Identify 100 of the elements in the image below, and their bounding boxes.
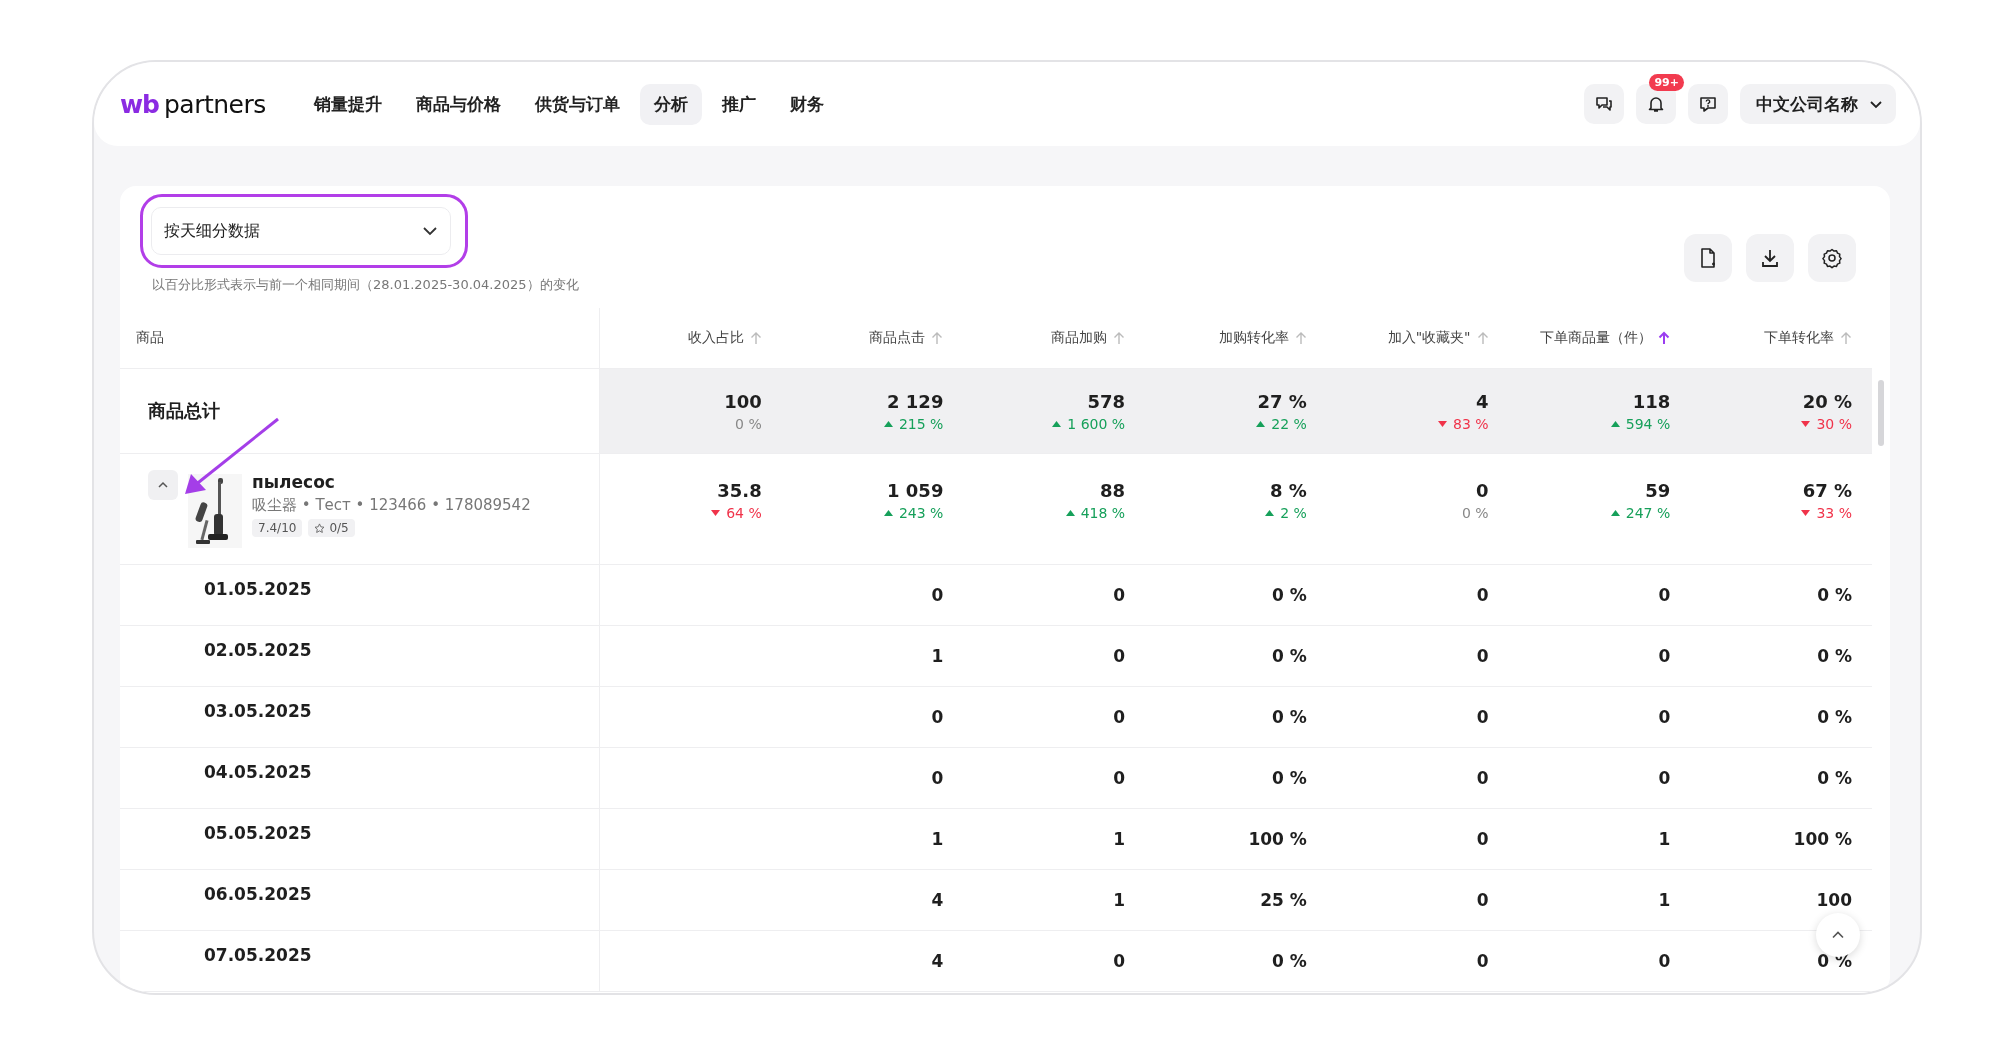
scrollbar[interactable] — [1878, 380, 1884, 446]
date-cell: 04.05.2025 — [204, 762, 312, 782]
metric-value: 2 129 — [887, 390, 944, 412]
table-cell: 1 — [931, 646, 944, 666]
table-cell: 0 — [1658, 646, 1671, 666]
table-cell: 1 — [931, 829, 944, 849]
up-triangle-icon — [1256, 420, 1266, 427]
metric-value: 8 % — [1270, 480, 1307, 501]
change-value: 1 600 % — [1052, 415, 1126, 432]
column-header[interactable]: 下单商品量（件） — [1540, 329, 1653, 347]
column-header[interactable]: 下单转化率 — [1764, 329, 1834, 347]
total-label: 商品总计 — [148, 399, 220, 423]
change-value: 30 % — [1801, 415, 1852, 432]
column-header[interactable]: 加购转化率 — [1218, 329, 1289, 347]
nav-tab[interactable]: 供货与订单 — [520, 83, 634, 125]
product-meta: 吸尘器 • Тест • 123466 • 178089542 — [252, 496, 531, 515]
table-cell: 4 — [931, 890, 944, 910]
table-cell: 0 — [1113, 646, 1126, 666]
up-triangle-icon — [1610, 510, 1620, 516]
table-cell: 0 % — [1272, 951, 1307, 971]
metric-value: 67 % — [1802, 480, 1852, 501]
metric-value: 578 — [1087, 390, 1126, 412]
change-value: 215 % — [883, 415, 944, 432]
table-cell: 0 % — [1817, 585, 1852, 605]
metric-value: 35.8 — [717, 480, 762, 501]
bell-icon — [1646, 94, 1666, 114]
company-selector[interactable]: 中文公司名称 — [1740, 84, 1896, 124]
column-header[interactable]: 商品 — [136, 329, 164, 347]
up-triangle-icon — [1065, 510, 1075, 516]
table-cell: 0 — [931, 585, 944, 605]
sort-arrow-icon[interactable] — [1658, 331, 1671, 345]
column-header[interactable]: 加入"收藏夹" — [1387, 329, 1471, 347]
change-value: 247 % — [1610, 505, 1671, 521]
table-cell: 0 — [1658, 951, 1671, 971]
chat-button[interactable] — [1584, 84, 1624, 124]
table-cell: 0 — [1658, 707, 1671, 727]
up-triangle-icon — [1052, 420, 1062, 427]
nav-tab[interactable]: 销量提升 — [299, 83, 396, 125]
table-cell: 0 — [1113, 707, 1126, 727]
table-cell: 0 — [1113, 768, 1126, 788]
table-cell: 0 — [1658, 585, 1671, 605]
up-triangle-icon — [883, 420, 893, 427]
change-value: 594 % — [1610, 415, 1671, 432]
table-cell: 0 — [1476, 585, 1489, 605]
table-cell: 1 — [1658, 829, 1671, 849]
export-file-button[interactable] — [1684, 234, 1732, 282]
table-cell: 100 % — [1248, 829, 1307, 849]
metric-value: 0 — [1476, 480, 1489, 501]
table-cell: 0 — [931, 768, 944, 788]
metric-value: 20 % — [1802, 390, 1852, 412]
table-cell: 1 — [1658, 890, 1671, 910]
settings-icon — [1821, 247, 1843, 269]
metric-value: 100 — [724, 390, 762, 412]
nav-tab[interactable]: 财务 — [775, 83, 838, 125]
table-cell: 0 — [1113, 951, 1126, 971]
logo[interactable]: wb partners — [120, 89, 266, 119]
change-value: 243 % — [883, 505, 944, 521]
metric-value: 27 % — [1257, 390, 1307, 412]
up-triangle-icon — [883, 510, 893, 516]
collapse-toggle[interactable] — [148, 470, 178, 500]
rating-chip: 0/5 — [308, 519, 355, 537]
nav-tab[interactable]: 分析 — [639, 83, 702, 125]
download-icon — [1759, 247, 1781, 269]
table-cell: 4 — [931, 951, 944, 971]
metric-value: 1 059 — [887, 480, 944, 501]
change-value: 2 % — [1265, 505, 1307, 521]
column-header[interactable]: 商品点击 — [869, 329, 926, 347]
down-triangle-icon — [1438, 420, 1447, 427]
download-button[interactable] — [1746, 234, 1794, 282]
down-triangle-icon — [711, 510, 721, 516]
breakdown-dropdown[interactable]: 按天细分数据 — [151, 207, 451, 255]
metric-value: 59 — [1645, 480, 1671, 501]
table-cell: 1 — [1113, 890, 1126, 910]
table-cell: 0 — [1476, 890, 1489, 910]
metric-value: 118 — [1632, 390, 1671, 412]
table-cell: 0 — [1658, 768, 1671, 788]
table-cell: 0 — [1113, 585, 1126, 605]
help-icon — [1698, 94, 1718, 114]
change-value: 64 % — [711, 505, 762, 521]
date-cell: 07.05.2025 — [204, 945, 312, 965]
change-value: 33 % — [1801, 505, 1852, 521]
table-cell: 0 — [1476, 707, 1489, 727]
table-cell: 0 % — [1817, 768, 1852, 788]
notifications-button[interactable] — [1636, 84, 1676, 124]
column-header[interactable]: 收入占比 — [687, 329, 744, 347]
table-cell: 1 — [1113, 829, 1126, 849]
date-cell: 02.05.2025 — [204, 640, 312, 660]
change-value: 83 % — [1438, 415, 1489, 432]
nav-tab[interactable]: 商品与价格 — [401, 83, 515, 125]
product-name[interactable]: пылесос — [252, 472, 531, 492]
comparison-note: 以百分比形式表示与前一个相同期间（28.01.2025-30.04.2025）的变化 — [151, 276, 579, 294]
up-triangle-icon — [1265, 510, 1275, 516]
change-value: 0 % — [735, 415, 762, 432]
nav-tab[interactable]: 推广 — [707, 83, 770, 125]
help-button[interactable] — [1688, 84, 1728, 124]
table-cell: 0 — [1476, 829, 1489, 849]
down-triangle-icon — [1801, 420, 1811, 427]
column-header[interactable]: 商品加购 — [1051, 329, 1108, 347]
table-cell: 0 % — [1272, 585, 1307, 605]
settings-button[interactable] — [1808, 234, 1856, 282]
